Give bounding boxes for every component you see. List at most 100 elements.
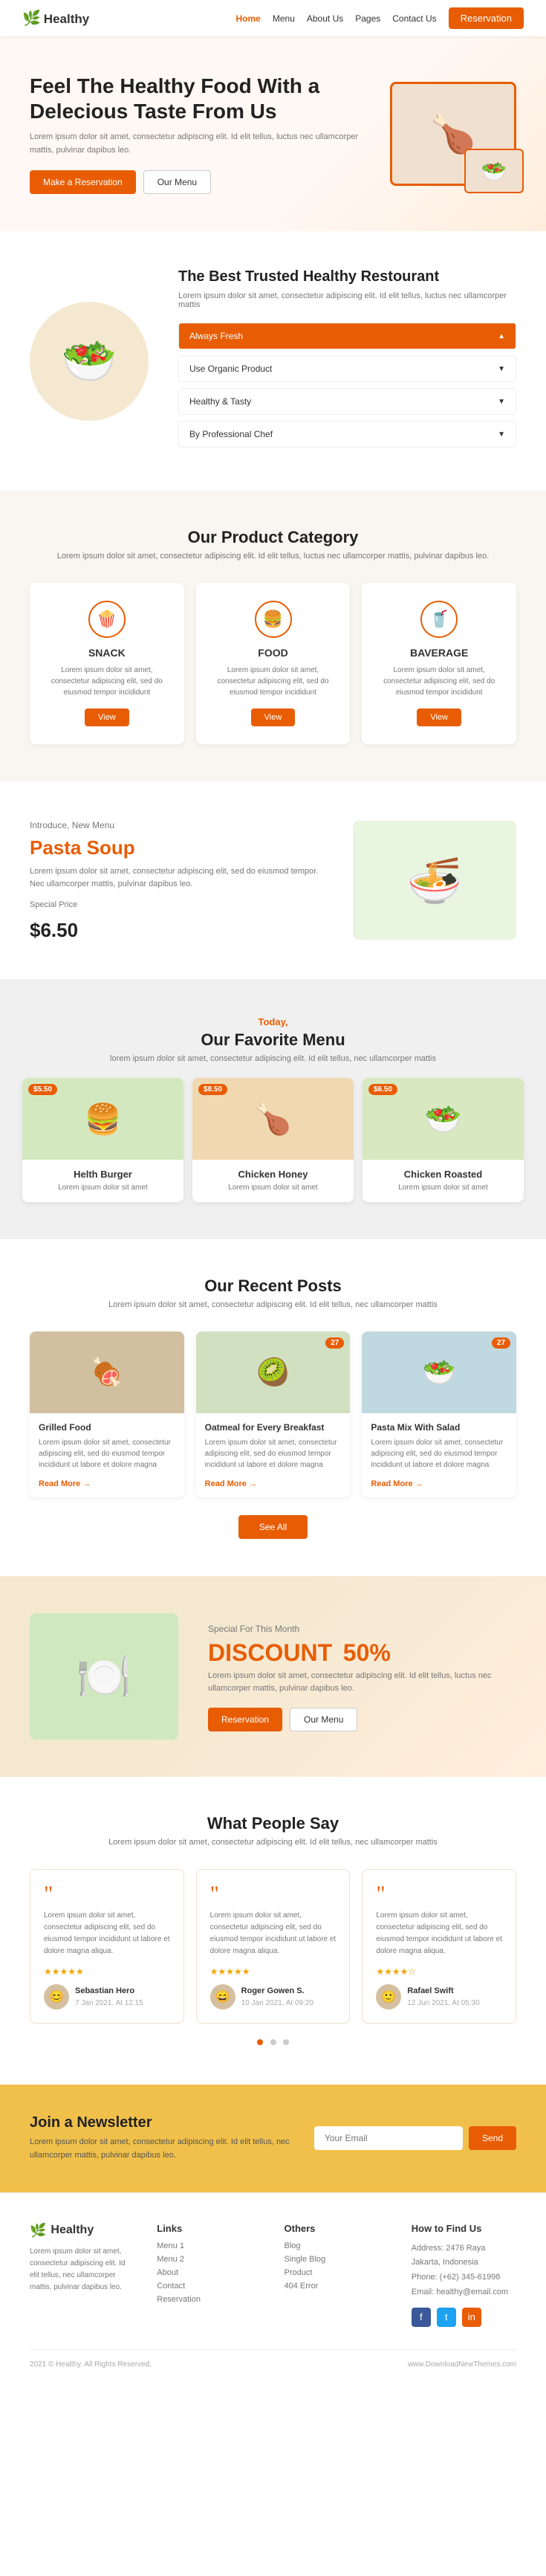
post-0-image: 🍖 [30,1331,184,1413]
post-0-body: Grilled Food Lorem ipsum dolor sit amet,… [30,1413,184,1497]
nav-about[interactable]: About Us [307,13,343,24]
accordion-header-3[interactable]: By Professional Chef ▼ [179,422,516,447]
footer-find-us-title: How to Find Us [412,2223,516,2234]
newsletter-title: Join a Newsletter [30,2114,292,2131]
post-card-1: 27 🥝 Oatmeal for Every Breakfast Lorem i… [196,1331,351,1497]
nav-links: Home Menu About Us Pages Contact Us Rese… [236,7,524,29]
discount-image: 🍽️ [30,1613,178,1740]
quote-icon-1: " [210,1883,337,1905]
our-menu-button[interactable]: Our Menu [143,170,211,194]
leaf-icon: 🌿 [22,10,41,27]
snack-label: SNACK [45,647,169,659]
social-icons: f t in [412,2308,516,2327]
twitter-icon[interactable]: t [437,2308,456,2327]
footer-phone: Phone: (+62) 345-61998 [412,2270,516,2285]
footer-link-3[interactable]: Contact [157,2282,261,2291]
chicken-roasted-image: $6.50 🥗 [363,1078,524,1160]
hero-secondary-image: 🥗 [464,149,524,193]
accordion: Always Fresh ▲ Use Organic Product ▼ Hea… [178,323,516,448]
newsletter-form: Send [314,2126,516,2150]
accordion-header-0[interactable]: Always Fresh ▲ [179,323,516,349]
food-view-button[interactable]: View [251,708,296,726]
testimonials-section: What People Say Lorem ipsum dolor sit am… [0,1777,546,2085]
newsletter-send-button[interactable]: Send [469,2126,516,2150]
new-menu-description: Lorem ipsum dolor sit amet, consectetur … [30,865,323,891]
chicken-honey-description: Lorem ipsum dolor sit amet [201,1183,345,1193]
menu-cards: $5.50 🍔 Helth Burger Lorem ipsum dolor s… [22,1078,524,1202]
discount-title: DISCOUNT 50% [208,1639,516,1667]
discount-reservation-button[interactable]: Reservation [208,1708,282,1731]
footer-other-2[interactable]: Product [285,2268,389,2277]
nav-reservation-button[interactable]: Reservation [449,7,524,29]
beverage-view-button[interactable]: View [417,708,461,726]
nav-contact[interactable]: Contact Us [392,13,436,24]
post-cards: 🍖 Grilled Food Lorem ipsum dolor sit ame… [30,1331,516,1497]
instagram-icon[interactable]: in [462,2308,481,2327]
testi-text-1: Lorem ipsum dolor sit amet, consectetur … [210,1910,337,1957]
post-0-emoji: 🍖 [90,1357,123,1388]
footer: 🌿 Healthy Lorem ipsum dolor sit amet, co… [0,2192,546,2383]
trusted-section: 🥗 The Best Trusted Healthy Restourant Lo… [0,231,546,491]
accordion-label-1: Use Organic Product [189,364,272,374]
accordion-item-2: Healthy & Tasty ▼ [178,388,516,415]
see-all-button[interactable]: See All [238,1515,308,1539]
chicken-honey-price-badge: $8.50 [198,1084,227,1095]
accordion-item-3: By Professional Chef ▼ [178,421,516,448]
email-input[interactable] [314,2126,463,2150]
person-date-1: 10 Jan 2021, At 09:20 [241,1999,313,2007]
post-2-emoji: 🥗 [423,1357,456,1388]
dot-1[interactable] [257,2039,263,2045]
posts-title-block: Our Recent Posts Lorem ipsum dolor sit a… [30,1276,516,1309]
testi-card-0: " Lorem ipsum dolor sit amet, consectetu… [30,1869,184,2024]
footer-logo: 🌿 Healthy [30,2223,134,2238]
stars-2: ★★★★☆ [376,1966,502,1977]
accordion-header-1[interactable]: Use Organic Product ▼ [179,356,516,381]
avatar-2: 🙂 [376,1984,401,2010]
logo-text: Healthy [44,12,89,26]
footer-other-1[interactable]: Single Blog [285,2255,389,2264]
nav-home[interactable]: Home [236,13,261,24]
footer-contact-col: How to Find Us Address: 2476 Raya Jakart… [412,2223,516,2327]
dot-3[interactable] [283,2039,289,2045]
accordion-header-2[interactable]: Healthy & Tasty ▼ [179,389,516,414]
product-cat-title-block: Our Product Category Lorem ipsum dolor s… [30,528,516,561]
post-1-badge: 27 [325,1337,344,1349]
footer-link-0[interactable]: Menu 1 [157,2241,261,2250]
footer-link-2[interactable]: About [157,2268,261,2277]
nav-pages[interactable]: Pages [355,13,380,24]
snack-view-button[interactable]: View [85,708,129,726]
chicken-roasted-description: Lorem ipsum dolor sit amet [371,1183,515,1193]
food-icon: 🍔 [255,601,292,638]
footer-link-1[interactable]: Menu 2 [157,2255,261,2264]
testi-text-2: Lorem ipsum dolor sit amet, consectetur … [376,1910,502,1957]
burger-body: Helth Burger Lorem ipsum dolor sit amet [22,1160,183,1202]
discount-title-pre: DISCOUNT [208,1639,332,1666]
post-0-description: Lorem ipsum dolor sit amet, consectetur … [39,1437,175,1471]
person-name-2: Rafael Swift [407,1986,479,1995]
fav-menu-title-block: Our Favorite Menu lorem ipsum dolor sit … [22,1030,524,1063]
post-2-read-more[interactable]: Read More → [371,1479,423,1488]
accordion-label-0: Always Fresh [189,331,243,341]
nav-menu[interactable]: Menu [273,13,295,24]
favorite-menu-section: Today, Our Favorite Menu lorem ipsum dol… [0,979,546,1239]
post-2-image: 27 🥗 [362,1331,516,1413]
new-menu-tag: Introduce, New Menu [30,819,323,833]
footer-address-text: Address: 2476 Raya Jakarta, Indonesia [412,2241,516,2271]
dot-2[interactable] [270,2039,276,2045]
facebook-icon[interactable]: f [412,2308,431,2327]
post-0-read-more[interactable]: Read More → [39,1479,91,1488]
footer-link-4[interactable]: Reservation [157,2295,261,2304]
hero-section: Feel The Healthy Food With a Delecious T… [0,36,546,231]
post-1-read-more[interactable]: Read More → [205,1479,257,1488]
new-menu-text: Introduce, New Menu Pasta Soup Lorem ips… [30,819,323,942]
avatar-0: 😊 [44,1984,69,2010]
product-cat-title: Our Product Category [30,528,516,547]
discount-menu-button[interactable]: Our Menu [290,1708,357,1731]
footer-other-0[interactable]: Blog [285,2241,389,2250]
footer-other-3[interactable]: 404 Error [285,2282,389,2291]
footer-top: 🌿 Healthy Lorem ipsum dolor sit amet, co… [30,2223,516,2327]
reservation-button[interactable]: Make a Reservation [30,170,136,194]
menu-card-chicken-roasted: $6.50 🥗 Chicken Roasted Lorem ipsum dolo… [363,1078,524,1202]
footer-description: Lorem ipsum dolor sit amet, consectetur … [30,2246,134,2293]
copyright: 2021 © Healthy. All Rights Reserved. [30,2360,152,2369]
